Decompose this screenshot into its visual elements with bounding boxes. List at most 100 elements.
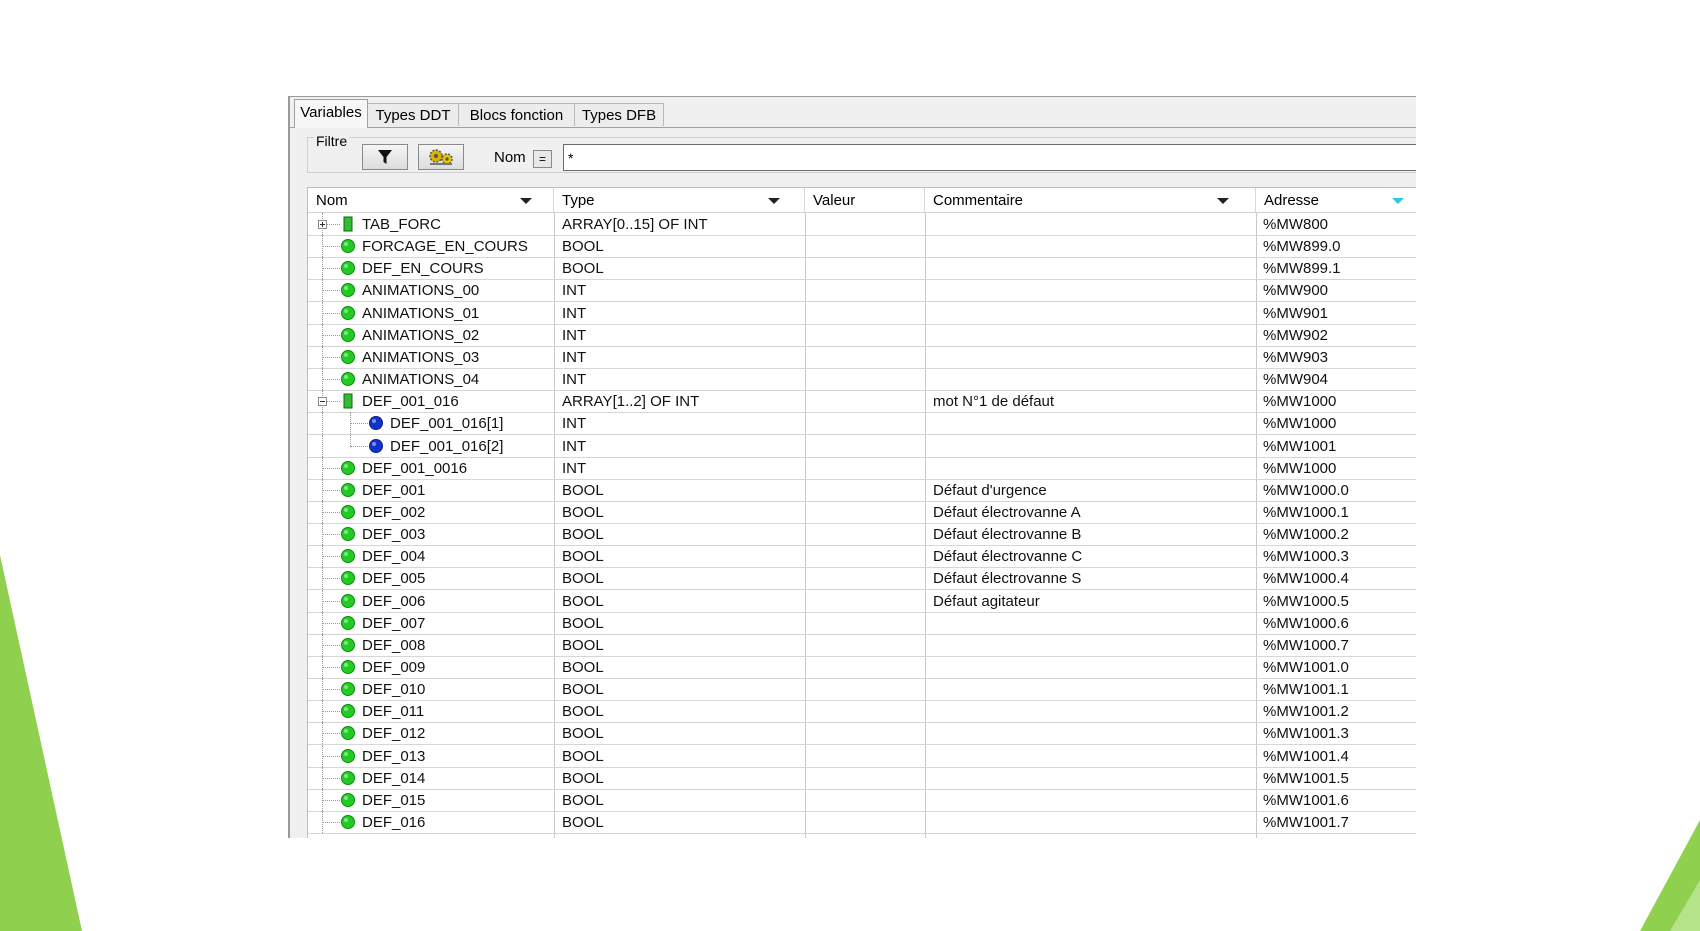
variable-type-cell[interactable]: INT: [562, 302, 802, 324]
variable-value-cell[interactable]: [813, 567, 923, 589]
table-row[interactable]: DEF_001 BOOL Défaut d'urgence %MW1000.0: [308, 478, 1416, 502]
variables-options-button[interactable]: [418, 144, 464, 170]
table-row[interactable]: DEF_001_016[1] INT %MW1000: [308, 412, 1416, 436]
variable-type-cell[interactable]: INT: [562, 346, 802, 368]
table-row[interactable]: DEF_004 BOOL Défaut électrovanne C %MW1000.…: [308, 545, 1416, 569]
variable-address-cell[interactable]: %MW800: [1263, 213, 1413, 235]
variable-type-cell[interactable]: BOOL: [562, 722, 802, 744]
variable-type-cell[interactable]: BOOL: [562, 545, 802, 567]
variable-address-cell[interactable]: %MW1001.7: [1263, 811, 1413, 833]
variable-name-cell[interactable]: ANIMATIONS_04: [362, 368, 552, 390]
table-row[interactable]: DEF_002 BOOL Défaut électrovanne A %MW1000.…: [308, 500, 1416, 524]
table-row[interactable]: DEF_001_0016 INT %MW1000: [308, 456, 1416, 480]
variable-comment-cell[interactable]: mot N°1 de défaut: [933, 390, 1253, 412]
variable-value-cell[interactable]: [813, 324, 923, 346]
table-row[interactable]: TAB_FORC ARRAY[0..15] OF INT %MW800: [308, 213, 1416, 236]
filter-operator-button[interactable]: =: [533, 150, 552, 168]
variable-value-cell[interactable]: [813, 745, 923, 767]
variable-comment-cell[interactable]: Défaut agitateur: [933, 590, 1253, 612]
variable-value-cell[interactable]: [813, 412, 923, 434]
variable-comment-cell[interactable]: [933, 302, 1253, 324]
variable-address-cell[interactable]: %MW1001.0: [1263, 656, 1413, 678]
variable-address-cell[interactable]: %MW1001.3: [1263, 722, 1413, 744]
variable-value-cell[interactable]: [813, 767, 923, 789]
variable-value-cell[interactable]: [813, 435, 923, 457]
variable-type-cell[interactable]: INT: [562, 457, 802, 479]
variable-name-cell[interactable]: DEF_001_016: [362, 390, 552, 412]
variable-value-cell[interactable]: [813, 346, 923, 368]
variable-comment-cell[interactable]: [933, 368, 1253, 390]
table-row[interactable]: DEF_007 BOOL %MW1000.6: [308, 611, 1416, 635]
variable-address-cell[interactable]: %MW901: [1263, 302, 1413, 324]
table-row[interactable]: DEF_001_016 ARRAY[1..2] OF INT mot N°1 de …: [308, 390, 1416, 414]
variable-name-cell[interactable]: DEF_004: [362, 545, 552, 567]
tab-types-dfb[interactable]: Types DFB: [574, 103, 664, 126]
table-row[interactable]: DEF_010 BOOL %MW1001.1: [308, 678, 1416, 702]
tab-variables[interactable]: Variables: [294, 99, 368, 128]
column-header-type[interactable]: Type: [554, 188, 805, 212]
variable-comment-cell[interactable]: [933, 412, 1253, 434]
variable-name-cell[interactable]: DEF_005: [362, 567, 552, 589]
variable-value-cell[interactable]: [813, 501, 923, 523]
table-row[interactable]: ANIMATIONS_00 INT %MW900: [308, 279, 1416, 303]
table-row[interactable]: DEF_013 BOOL %MW1001.4: [308, 744, 1416, 768]
variable-name-cell[interactable]: ANIMATIONS_00: [362, 279, 552, 301]
variable-name-cell[interactable]: DEF_016: [362, 811, 552, 833]
variable-type-cell[interactable]: BOOL: [562, 700, 802, 722]
variable-type-cell[interactable]: BOOL: [562, 590, 802, 612]
table-row[interactable]: DEF_005 BOOL Défaut électrovanne S %MW1000.…: [308, 567, 1416, 591]
variable-value-cell[interactable]: [813, 722, 923, 744]
table-row[interactable]: DEF_001_016[2] INT %MW1001: [308, 434, 1416, 458]
variable-value-cell[interactable]: [813, 368, 923, 390]
sort-indicator-icon[interactable]: [1392, 198, 1404, 204]
chevron-down-icon[interactable]: [520, 198, 532, 204]
apply-filter-button[interactable]: [362, 144, 408, 170]
variable-name-cell[interactable]: DEF_003: [362, 523, 552, 545]
table-row[interactable]: DEF_EN_COURS BOOL %MW899.1: [308, 257, 1416, 281]
variable-comment-cell[interactable]: [933, 435, 1253, 457]
filter-name-input[interactable]: [563, 144, 1416, 171]
variable-name-cell[interactable]: DEF_001: [362, 479, 552, 501]
variable-name-cell[interactable]: DEF_015: [362, 789, 552, 811]
tab-types-ddt[interactable]: Types DDT: [367, 103, 459, 126]
variable-comment-cell[interactable]: [933, 235, 1253, 257]
table-row[interactable]: DEF_011 BOOL %MW1001.2: [308, 700, 1416, 724]
variable-comment-cell[interactable]: [933, 257, 1253, 279]
variable-address-cell[interactable]: %MW1001.4: [1263, 745, 1413, 767]
variable-comment-cell[interactable]: [933, 612, 1253, 634]
variable-value-cell[interactable]: [813, 811, 923, 833]
variable-address-cell[interactable]: %MW1001.6: [1263, 789, 1413, 811]
variable-type-cell[interactable]: ARRAY[1..2] OF INT: [562, 390, 802, 412]
variable-address-cell[interactable]: %MW1000.3: [1263, 545, 1413, 567]
variable-value-cell[interactable]: [813, 545, 923, 567]
variable-name-cell[interactable]: DEF_001_016[1]: [390, 412, 552, 434]
table-row[interactable]: DEF_003 BOOL Défaut électrovanne B %MW1000.…: [308, 523, 1416, 547]
column-header-valeur[interactable]: Valeur: [805, 188, 925, 212]
variable-name-cell[interactable]: DEF_012: [362, 722, 552, 744]
variable-name-cell[interactable]: FORCAGE_EN_COURS: [362, 235, 552, 257]
variable-value-cell[interactable]: [813, 523, 923, 545]
variable-comment-cell[interactable]: [933, 634, 1253, 656]
variable-value-cell[interactable]: [813, 479, 923, 501]
variable-value-cell[interactable]: [813, 390, 923, 412]
variable-comment-cell[interactable]: Défaut électrovanne C: [933, 545, 1253, 567]
variable-address-cell[interactable]: %MW1000.1: [1263, 501, 1413, 523]
variable-comment-cell[interactable]: Défaut électrovanne B: [933, 523, 1253, 545]
variable-type-cell[interactable]: BOOL: [562, 767, 802, 789]
table-row[interactable]: FORCAGE_EN_COURS BOOL %MW899.0: [308, 235, 1416, 259]
variable-name-cell[interactable]: DEF_EN_COURS: [362, 257, 552, 279]
variable-comment-cell[interactable]: [933, 767, 1253, 789]
variable-name-cell[interactable]: DEF_014: [362, 767, 552, 789]
variable-value-cell[interactable]: [813, 213, 923, 235]
variable-address-cell[interactable]: %MW1000.6: [1263, 612, 1413, 634]
variable-type-cell[interactable]: INT: [562, 279, 802, 301]
table-row[interactable]: DEF_015 BOOL %MW1001.6: [308, 788, 1416, 812]
table-row[interactable]: ANIMATIONS_04 INT %MW904: [308, 368, 1416, 392]
variable-comment-cell[interactable]: [933, 213, 1253, 235]
column-header-nom[interactable]: Nom: [308, 188, 554, 212]
variable-comment-cell[interactable]: [933, 279, 1253, 301]
table-row[interactable]: ANIMATIONS_01 INT %MW901: [308, 301, 1416, 325]
variable-comment-cell[interactable]: [933, 457, 1253, 479]
variable-address-cell[interactable]: %MW899.1: [1263, 257, 1413, 279]
variable-name-cell[interactable]: ANIMATIONS_03: [362, 346, 552, 368]
